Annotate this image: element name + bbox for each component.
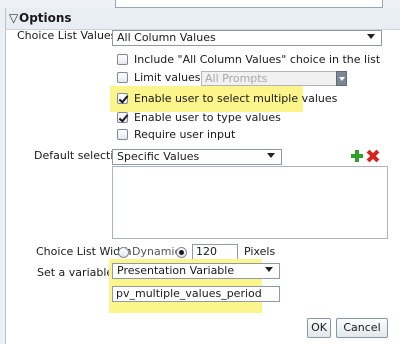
width-unit-label: Pixels	[244, 245, 276, 258]
type-values-option[interactable]: Enable user to type values	[117, 111, 307, 126]
dynamic-width-radio[interactable]	[118, 247, 129, 258]
dynamic-width-label: Dynamic	[132, 245, 181, 258]
variable-name-value: pv_multiple_values_period	[116, 287, 262, 300]
select-multiple-values-option[interactable]: Enable user to select multiple values	[117, 92, 337, 107]
options-panel: ▽ Options Choice List Values All Column …	[5, 8, 400, 344]
choice-list-values-label: Choice List Values	[17, 29, 117, 42]
set-variable-label: Set a variable	[37, 266, 114, 279]
include-all-values-label: Include "All Column Values" choice in th…	[134, 53, 381, 66]
fixed-width-radio[interactable]	[176, 247, 187, 258]
set-variable-select[interactable]: Presentation Variable	[112, 263, 280, 279]
chevron-down-icon	[367, 34, 375, 39]
choice-list-values-value: All Column Values	[117, 31, 216, 44]
set-variable-value: Presentation Variable	[117, 264, 235, 277]
section-title: Options	[19, 11, 72, 25]
chevron-down-icon	[265, 267, 273, 272]
delete-value-icon[interactable]	[367, 150, 379, 162]
collapse-triangle-icon[interactable]: ▽	[9, 11, 18, 25]
limit-values-checkbox[interactable]	[117, 72, 128, 83]
limit-values-select-value: All Prompts	[205, 72, 268, 85]
require-input-option[interactable]: Require user input	[117, 128, 307, 143]
require-input-label: Require user input	[134, 128, 236, 141]
width-input[interactable]: 120	[192, 244, 238, 260]
select-multiple-values-checkbox[interactable]	[117, 93, 128, 104]
previous-field	[115, 0, 383, 8]
ok-button[interactable]: OK	[307, 318, 331, 338]
choice-list-values-select[interactable]: All Column Values	[112, 30, 382, 46]
default-selection-select[interactable]: Specific Values	[112, 149, 282, 165]
include-all-values-checkbox[interactable]	[117, 54, 128, 65]
width-input-value: 120	[196, 245, 217, 258]
chevron-down-icon	[336, 71, 347, 86]
include-all-values-option[interactable]: Include "All Column Values" choice in th…	[117, 53, 387, 68]
type-values-checkbox[interactable]	[117, 112, 128, 123]
cancel-button[interactable]: Cancel	[336, 318, 388, 338]
require-input-checkbox[interactable]	[117, 129, 128, 140]
chevron-down-icon	[267, 153, 275, 158]
select-multiple-values-label: Enable user to select multiple values	[134, 92, 338, 105]
type-values-label: Enable user to type values	[134, 111, 281, 124]
add-value-icon[interactable]	[351, 150, 363, 162]
options-section-header[interactable]: ▽ Options	[6, 8, 400, 30]
default-values-area[interactable]	[112, 166, 388, 239]
variable-name-input[interactable]: pv_multiple_values_period	[112, 286, 280, 302]
limit-values-select: All Prompts	[201, 71, 347, 86]
default-selection-value: Specific Values	[117, 150, 200, 163]
